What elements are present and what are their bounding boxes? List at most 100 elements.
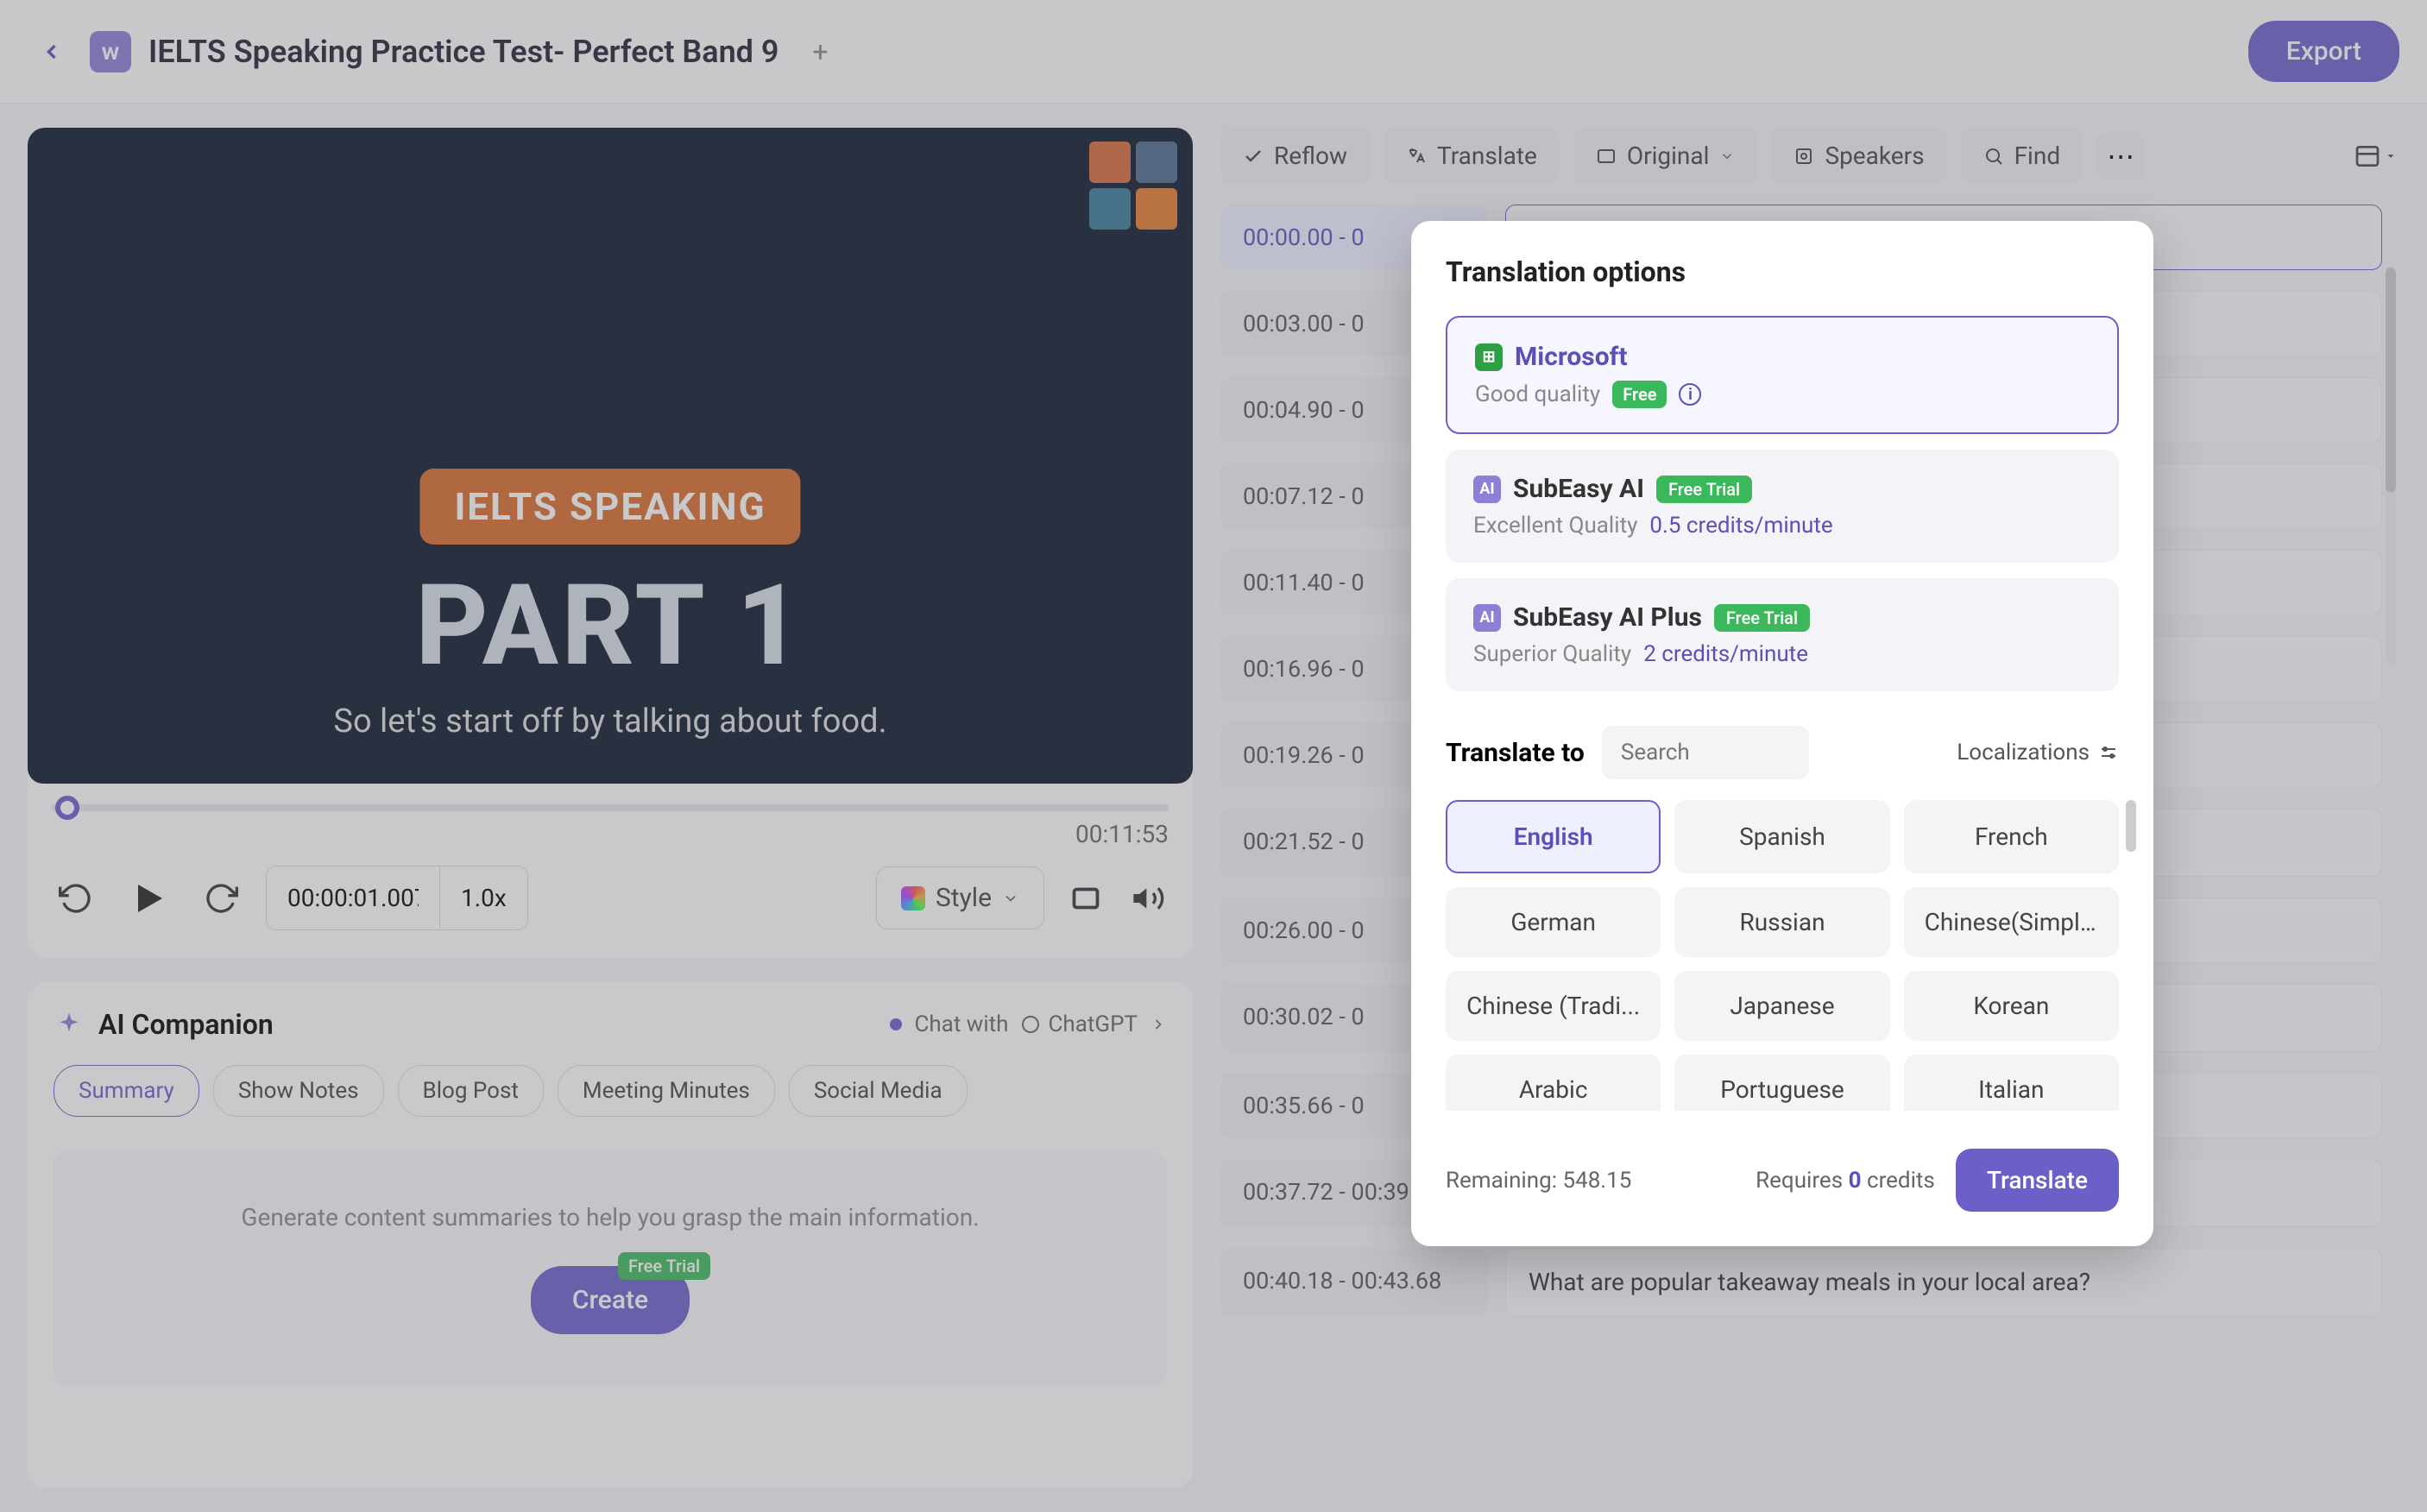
option-name: Microsoft [1515,342,1628,372]
create-button[interactable]: Create Free Trial [531,1266,690,1334]
language-option[interactable]: Russian [1674,887,1889,957]
original-button[interactable]: Original [1573,128,1758,184]
document-title[interactable]: IELTS Speaking Practice Test- Perfect Ba… [148,34,779,70]
tab-blog-post[interactable]: Blog Post [398,1065,544,1117]
ai-description: Generate content summaries to help you g… [88,1203,1132,1232]
view-toggle-button[interactable] [2351,132,2399,180]
original-icon [1596,146,1617,167]
language-option[interactable]: French [1904,800,2119,873]
text-chip[interactable]: What are popular takeaway meals in your … [1505,1248,2382,1316]
style-label: Style [936,883,992,913]
header-bar: w IELTS Speaking Practice Test- Perfect … [0,0,2427,104]
find-button[interactable]: Find [1961,128,2083,184]
add-tab-button[interactable]: + [803,35,837,69]
ai-body: Generate content summaries to help you g… [54,1151,1167,1386]
check-icon [1243,146,1264,167]
ai-icon: AI [1473,604,1501,632]
tab-show-notes[interactable]: Show Notes [213,1065,384,1117]
option-quality: Excellent Quality [1473,513,1637,539]
do-translate-button[interactable]: Translate [1956,1149,2119,1212]
language-option[interactable]: Chinese (Tradi... [1446,971,1661,1041]
translate-icon [1406,146,1427,167]
translate-label: Translate [1437,142,1537,170]
ai-tabs: Summary Show Notes Blog Post Meeting Min… [54,1065,1167,1117]
chevron-down-icon [1719,148,1735,164]
option-name: SubEasy AI [1513,474,1644,504]
chatgpt-icon [1020,1014,1041,1035]
language-option[interactable]: Korean [1904,971,2119,1041]
translate-to-label: Translate to [1446,738,1585,768]
transcript-row[interactable]: 00:40.18 - 00:43.68What are popular take… [1220,1248,2382,1316]
corner-icon-2 [1136,142,1177,183]
localizations-label: Localizations [1957,740,2090,765]
transcript-toolbar: Reflow Translate Original Speakers [1220,128,2399,184]
dot-icon [890,1018,902,1030]
option-subeasy-ai[interactable]: AI SubEasy AI Free Trial Excellent Quali… [1446,450,2119,563]
requires-credits: Requires 0 credits [1756,1168,1935,1194]
option-subeasy-ai-plus[interactable]: AI SubEasy AI Plus Free Trial Superior Q… [1446,578,2119,691]
video-part-text: PART 1 [416,559,805,691]
time-chip[interactable]: 00:40.18 - 00:43.68 [1220,1248,1488,1316]
find-label: Find [2014,142,2061,170]
scrollbar-thumb[interactable] [2386,268,2396,492]
sparkle-icon [54,1009,85,1040]
reflow-button[interactable]: Reflow [1220,128,1370,184]
free-trial-badge: Free Trial [1714,604,1810,632]
tab-social-media[interactable]: Social Media [789,1065,968,1117]
tab-meeting-minutes[interactable]: Meeting Minutes [558,1065,775,1117]
fullscreen-button[interactable] [1065,878,1106,919]
create-label: Create [572,1285,648,1315]
style-button[interactable]: Style [876,866,1044,929]
time-input-group: 1.0x [266,866,528,930]
transcript-scrollbar[interactable] [2386,268,2396,665]
language-scrollbar[interactable] [2126,800,2136,852]
option-credits: 2 credits/minute [1643,641,1808,667]
language-option[interactable]: Portuguese [1674,1055,1889,1111]
progress-bar[interactable] [52,804,1169,811]
corner-icon-4 [1136,188,1177,230]
back-button[interactable] [28,28,76,76]
language-option[interactable]: Japanese [1674,971,1889,1041]
progress-thumb[interactable] [55,796,79,820]
video-controls: 00:11:53 1.0x [28,784,1193,958]
video-frame[interactable]: IELTS SPEAKING PART 1 So let's start off… [28,128,1193,784]
translate-button[interactable]: Translate [1384,128,1560,184]
ai-companion-panel: AI Companion Chat with ChatGPT Summary S… [28,982,1193,1488]
speakers-icon [1793,146,1814,167]
more-button[interactable]: ⋯ [2096,132,2145,180]
video-panel: IELTS SPEAKING PART 1 So let's start off… [28,128,1193,958]
rainbow-icon [901,886,925,910]
remaining-credits: Remaining: 548.15 [1446,1168,1631,1194]
option-quality: Superior Quality [1473,641,1631,667]
speakers-button[interactable]: Speakers [1771,128,1946,184]
option-quality: Good quality [1475,381,1600,407]
video-badge: IELTS SPEAKING [419,469,800,545]
info-icon[interactable]: i [1679,383,1701,406]
language-option[interactable]: Arabic [1446,1055,1661,1111]
corner-icons [1089,142,1177,230]
time-input[interactable] [267,866,439,929]
language-option[interactable]: Italian [1904,1055,2119,1111]
original-label: Original [1627,142,1710,170]
video-caption: So let's start off by talking about food… [333,702,886,740]
option-microsoft[interactable]: ⊞ Microsoft Good quality Free i [1446,316,2119,434]
volume-button[interactable] [1127,878,1169,919]
ai-companion-title: AI Companion [98,1008,274,1041]
tab-summary[interactable]: Summary [54,1065,199,1117]
language-option[interactable]: English [1446,800,1661,873]
localizations-button[interactable]: Localizations [1957,740,2119,765]
sliders-icon [2098,742,2119,763]
language-option[interactable]: Chinese(Simpli... [1904,887,2119,957]
chat-provider[interactable]: Chat with ChatGPT [890,1011,1167,1037]
export-button[interactable]: Export [2248,21,2399,82]
forward-button[interactable] [197,874,245,923]
language-option[interactable]: Spanish [1674,800,1889,873]
language-option[interactable]: German [1446,887,1661,957]
language-search-input[interactable] [1602,726,1809,779]
play-button[interactable] [121,871,176,926]
speed-selector[interactable]: 1.0x [439,866,527,929]
provider-name: ChatGPT [1048,1011,1138,1037]
free-badge: Free [1612,381,1667,408]
option-credits: 0.5 credits/minute [1649,513,1832,539]
rewind-button[interactable] [52,874,100,923]
